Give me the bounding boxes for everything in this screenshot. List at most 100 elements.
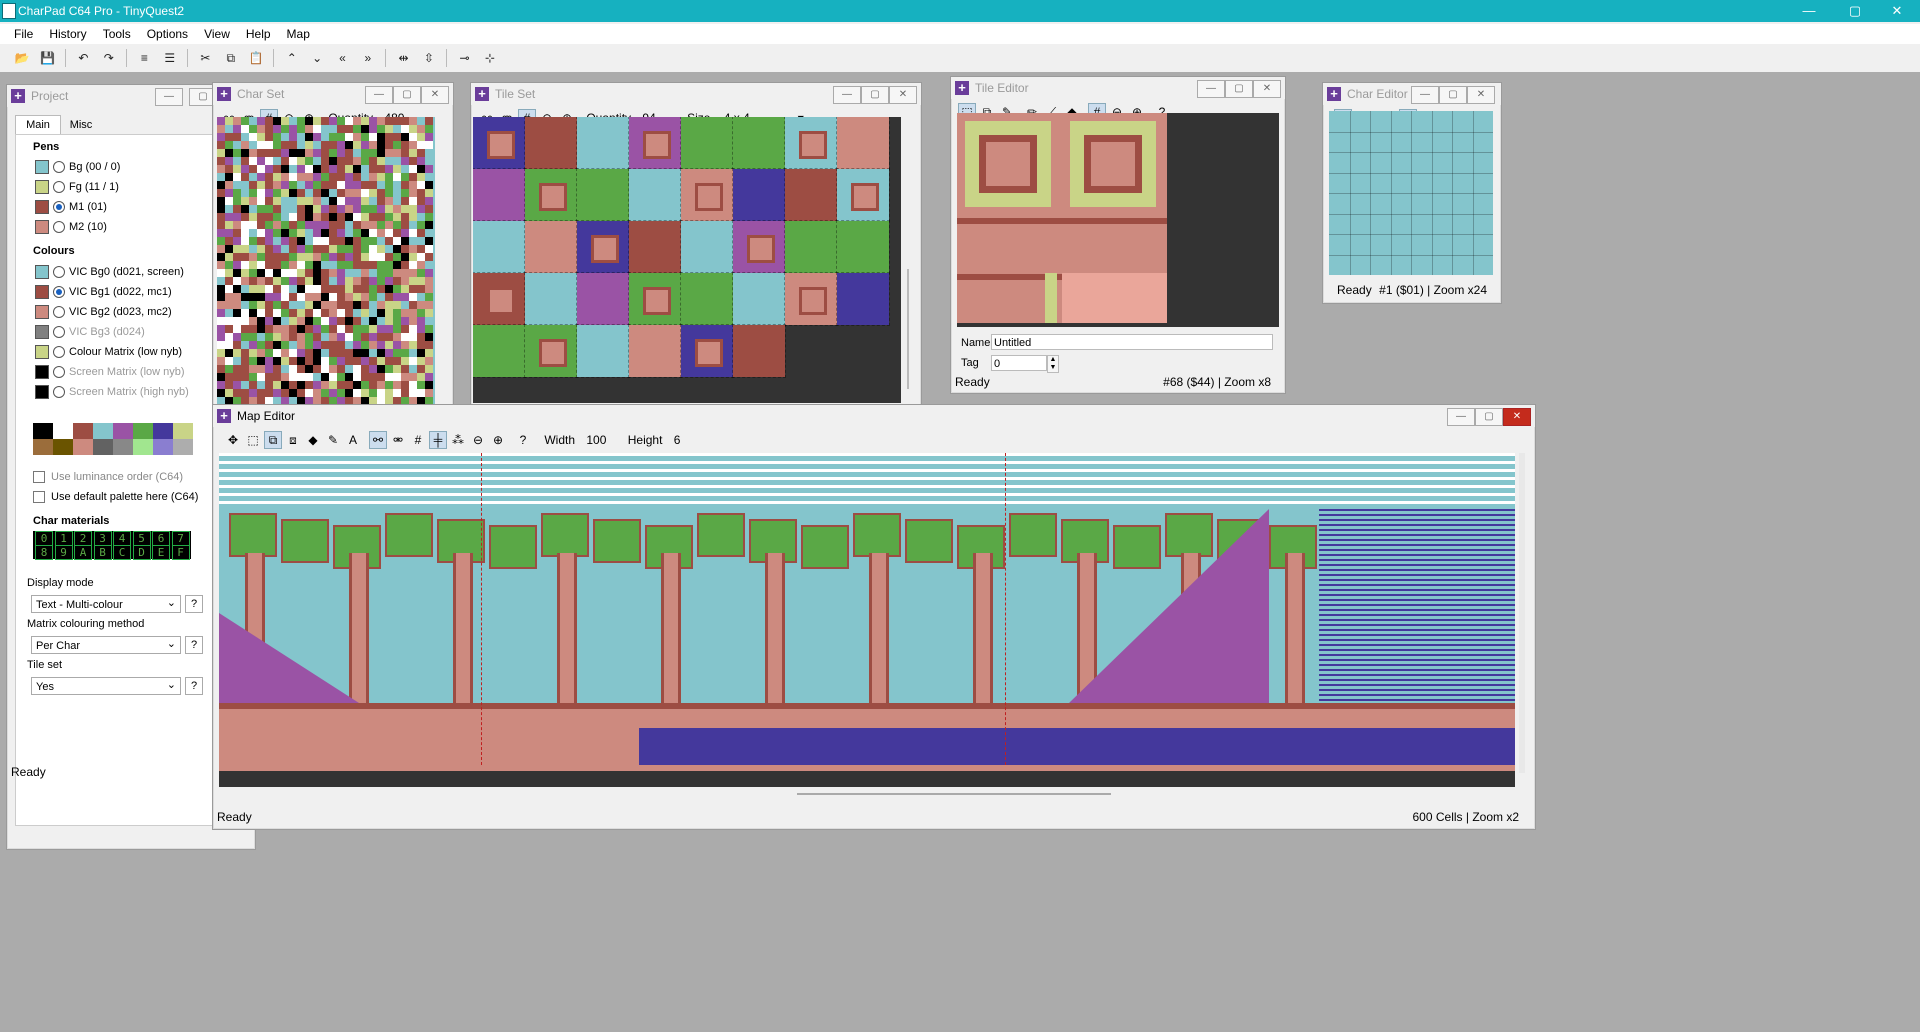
- matrix-method-help[interactable]: ?: [185, 636, 203, 654]
- flip-h-icon[interactable]: ⇹: [395, 49, 413, 67]
- tileset-minimize[interactable]: —: [833, 86, 861, 104]
- charset-minimize[interactable]: —: [365, 86, 393, 104]
- tileset-tile[interactable]: [680, 117, 734, 170]
- tileset-tile[interactable]: [836, 168, 890, 222]
- tileset-tile[interactable]: [732, 168, 786, 222]
- charset-canvas[interactable]: [217, 117, 435, 405]
- tileset-tile[interactable]: [784, 117, 838, 170]
- material-cell[interactable]: 8: [35, 545, 53, 560]
- tileset-tile[interactable]: [628, 168, 682, 222]
- tileset-tile[interactable]: [473, 272, 526, 326]
- material-cell[interactable]: B: [93, 545, 112, 560]
- tileset-tile[interactable]: [732, 117, 786, 170]
- remove-icon[interactable]: ⊹: [481, 49, 499, 67]
- tileset-tile[interactable]: [628, 324, 682, 378]
- move-right-icon[interactable]: »: [359, 49, 377, 67]
- material-cell[interactable]: A: [74, 545, 92, 560]
- copy-icon[interactable]: ⧉: [222, 49, 240, 67]
- char-editor-minimize[interactable]: —: [1411, 86, 1439, 104]
- char-editor-close[interactable]: ✕: [1467, 86, 1495, 104]
- default-palette-checkbox[interactable]: Use default palette here (C64): [33, 491, 198, 504]
- material-cell[interactable]: 6: [152, 531, 170, 546]
- palette-swatch[interactable]: [133, 423, 153, 439]
- palette-swatch[interactable]: [73, 439, 93, 455]
- glasses-fill-icon[interactable]: ⚮: [389, 431, 407, 449]
- menu-history[interactable]: History: [41, 24, 94, 44]
- open-icon[interactable]: 📂: [13, 49, 31, 67]
- move-up-icon[interactable]: ⌃: [283, 49, 301, 67]
- tile-set-select[interactable]: Yes: [31, 676, 181, 695]
- tileset-tile[interactable]: [576, 272, 630, 326]
- tile-set-help[interactable]: ?: [185, 677, 203, 695]
- glasses-icon[interactable]: ⚯: [369, 431, 387, 449]
- material-cell[interactable]: 0: [35, 531, 53, 546]
- tab-misc[interactable]: Misc: [61, 117, 101, 133]
- palette-swatch[interactable]: [173, 439, 193, 455]
- insert-icon[interactable]: ⊸: [456, 49, 474, 67]
- fill-icon[interactable]: ◆: [304, 431, 322, 449]
- char-editor-maximize[interactable]: ▢: [1439, 86, 1467, 104]
- material-cell[interactable]: D: [132, 545, 151, 560]
- tileset-canvas[interactable]: [473, 117, 901, 403]
- stamp-multi-icon[interactable]: ⧈: [284, 431, 302, 449]
- zoom-out-icon[interactable]: ⊖: [469, 431, 487, 449]
- horizontal-scrollbar[interactable]: [797, 793, 1111, 795]
- pen-bg[interactable]: Bg (00 / 0): [35, 160, 120, 174]
- pen-m1[interactable]: M1 (01): [35, 200, 107, 214]
- tileset-tile[interactable]: [784, 220, 838, 274]
- tileset-tile[interactable]: [732, 272, 786, 326]
- tab-main[interactable]: Main: [15, 115, 61, 134]
- menu-file[interactable]: File: [6, 24, 41, 44]
- palette-swatch[interactable]: [33, 439, 53, 455]
- undo-icon[interactable]: ↶: [74, 49, 92, 67]
- tileset-tile[interactable]: [524, 272, 578, 326]
- eyedropper-icon[interactable]: ✎: [324, 431, 342, 449]
- tile-editor-minimize[interactable]: —: [1197, 80, 1225, 98]
- project-minimize[interactable]: —: [155, 88, 183, 106]
- tileset-tile[interactable]: [732, 220, 786, 274]
- tileset-tile[interactable]: [784, 272, 838, 326]
- tileset-tile[interactable]: [576, 117, 630, 170]
- move-left-icon[interactable]: «: [334, 49, 352, 67]
- display-mode-help[interactable]: ?: [185, 595, 203, 613]
- tileset-tile[interactable]: [524, 324, 578, 378]
- material-icon[interactable]: A: [344, 431, 362, 449]
- material-cell[interactable]: 2: [74, 531, 92, 546]
- help-icon[interactable]: ?: [514, 431, 532, 449]
- material-cell[interactable]: 9: [54, 545, 73, 560]
- pen-fg[interactable]: Fg (11 / 1): [35, 180, 119, 194]
- tileset-tile[interactable]: [473, 117, 526, 170]
- minimize-button[interactable]: —: [1786, 0, 1832, 22]
- map-minimize[interactable]: —: [1447, 408, 1475, 426]
- tileset-tile[interactable]: [473, 168, 526, 222]
- tile-grid-icon[interactable]: ╪: [429, 431, 447, 449]
- display-mode-select[interactable]: Text - Multi-colour: [31, 594, 181, 613]
- palette-swatch[interactable]: [173, 423, 193, 439]
- redo-icon[interactable]: ↷: [100, 49, 118, 67]
- luminance-checkbox[interactable]: Use luminance order (C64): [33, 471, 183, 484]
- tileset-tile[interactable]: [680, 324, 734, 378]
- move-icon[interactable]: ✥: [224, 431, 242, 449]
- tileset-tile[interactable]: [576, 168, 630, 222]
- tileset-tile[interactable]: [473, 324, 526, 378]
- colour-matrix-low[interactable]: Colour Matrix (low nyb): [35, 345, 182, 359]
- colour-palette[interactable]: [33, 423, 193, 455]
- tileset-tile[interactable]: [524, 220, 578, 274]
- tileset-tile[interactable]: [784, 168, 838, 222]
- select-icon[interactable]: ⬚: [244, 431, 262, 449]
- tileset-maximize[interactable]: ▢: [861, 86, 889, 104]
- palette-swatch[interactable]: [93, 439, 113, 455]
- tileset-close[interactable]: ✕: [889, 86, 917, 104]
- tileset-tile[interactable]: [524, 168, 578, 222]
- cut-icon[interactable]: ✂: [196, 49, 214, 67]
- tileset-tile[interactable]: [628, 117, 682, 170]
- palette-swatch[interactable]: [33, 423, 53, 439]
- pen-m2[interactable]: M2 (10): [35, 220, 107, 234]
- colour-vic-bg0[interactable]: VIC Bg0 (d021, screen): [35, 265, 184, 279]
- tileset-tile[interactable]: [628, 272, 682, 326]
- tileset-tile[interactable]: [836, 272, 890, 326]
- map-canvas[interactable]: [219, 453, 1515, 787]
- palette-swatch[interactable]: [153, 423, 173, 439]
- char-materials-grid[interactable]: 01234567 89ABCDEF: [33, 531, 191, 560]
- palette-swatch[interactable]: [93, 423, 113, 439]
